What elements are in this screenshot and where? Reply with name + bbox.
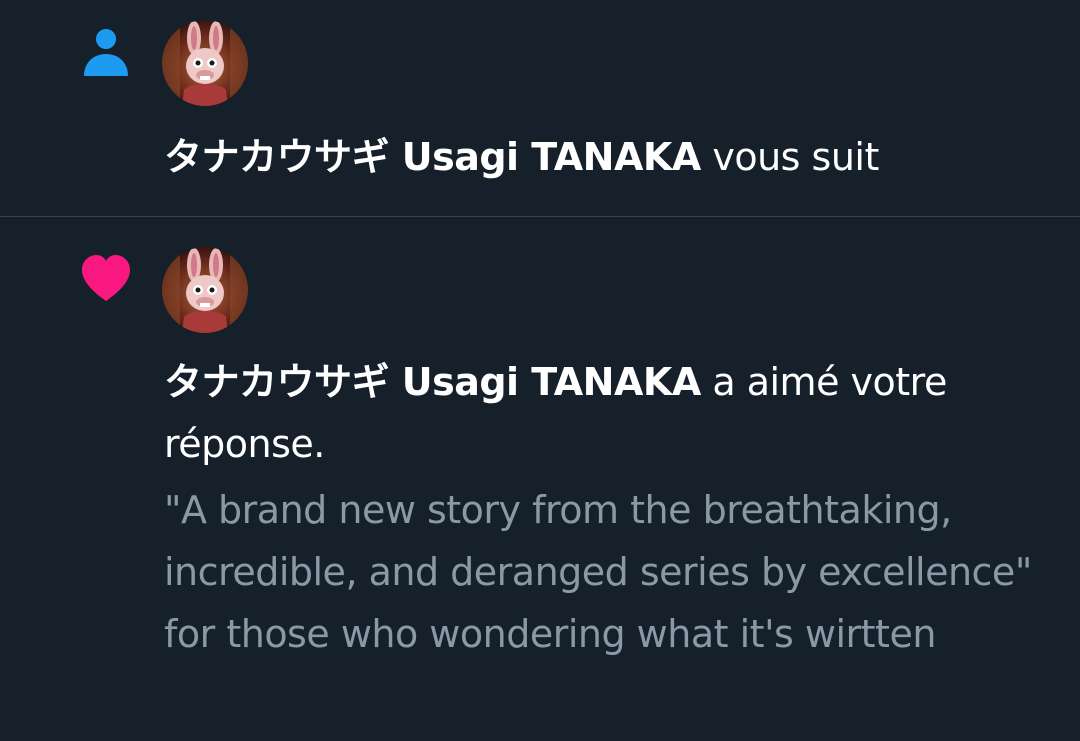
avatar[interactable] [162,247,248,333]
action-text: vous suit [700,135,879,179]
quoted-reply-text[interactable]: "A brand new story from the breathtaking… [164,479,1054,665]
rabbit-avatar-image [162,247,248,333]
user-name[interactable]: タナカウサギ Usagi TANAKA [164,135,701,179]
like-notification[interactable]: タナカウサギ Usagi TANAKA a aimé votre réponse… [0,218,1080,741]
follow-notification[interactable]: タナカウサギ Usagi TANAKA vous suit [0,0,1080,217]
notification-text: タナカウサギ Usagi TANAKA a aimé votre réponse… [164,351,1054,475]
rabbit-avatar-image [162,20,248,106]
avatar[interactable] [162,20,248,106]
heart-icon [82,255,130,301]
notification-text: タナカウサギ Usagi TANAKA vous suit [164,126,1054,188]
user-name[interactable]: タナカウサギ Usagi TANAKA [164,360,701,404]
person-icon [84,29,128,76]
